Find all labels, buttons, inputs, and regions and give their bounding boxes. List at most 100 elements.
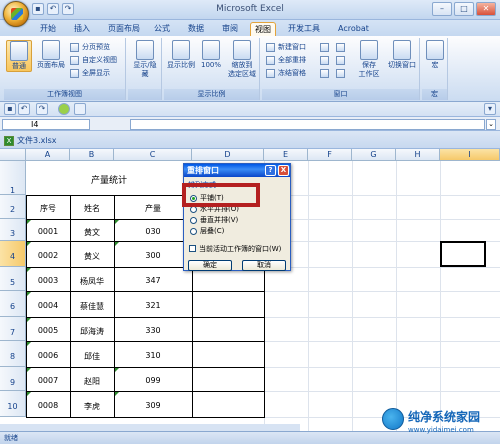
close-icon[interactable]: ✕ bbox=[476, 2, 496, 16]
column-header[interactable]: B bbox=[70, 149, 114, 161]
freeze-panes-button[interactable]: 冻结窗格 bbox=[266, 68, 306, 79]
zoom-selection-icon bbox=[233, 40, 251, 60]
macros-button[interactable]: 宏 bbox=[422, 40, 448, 70]
table-cell: 杨凤华 bbox=[80, 277, 104, 286]
row-header[interactable]: 6 bbox=[0, 291, 26, 317]
zoom-100-label: 100% bbox=[200, 61, 221, 69]
zoom-100-button[interactable]: 100% bbox=[198, 40, 224, 70]
row-header[interactable]: 2 bbox=[0, 195, 26, 219]
redo-icon[interactable]: ↷ bbox=[36, 103, 48, 115]
chevron-down-icon[interactable]: ▾ bbox=[484, 103, 496, 115]
cancel-button[interactable]: 取消 bbox=[242, 260, 286, 271]
watermark-url: www.yidaimei.com bbox=[408, 426, 474, 434]
table-cell: 0003 bbox=[37, 276, 59, 285]
zoom-button[interactable]: 显示比例 bbox=[166, 40, 196, 70]
arrange-all-button[interactable]: 全部重排 bbox=[266, 55, 306, 66]
page-break-button[interactable]: 分页预览 bbox=[70, 42, 110, 53]
tab-page-layout[interactable]: 页面布局 bbox=[104, 22, 144, 36]
save-workspace-button[interactable]: 保存 工作区 bbox=[354, 40, 384, 79]
show-hide-icon bbox=[136, 40, 154, 60]
watermark-logo-icon bbox=[382, 408, 404, 430]
row-header[interactable]: 9 bbox=[0, 367, 26, 391]
group-workbook-views: 普通 页面布局 分页预览 自定义视图 全屏显示 工作簿视图 bbox=[4, 38, 126, 100]
row-header[interactable]: 1 bbox=[0, 161, 26, 195]
expand-formula-icon[interactable]: ⌄ bbox=[486, 119, 496, 130]
table-cell: 邱海涛 bbox=[80, 327, 104, 336]
column-header[interactable]: D bbox=[192, 149, 264, 161]
tab-review[interactable]: 审阅 bbox=[218, 22, 242, 36]
group-window: 新建窗口 全部重排 冻结窗格 保存 工作区 切换窗口 窗口 bbox=[262, 38, 420, 100]
error-indicator-icon bbox=[115, 220, 119, 224]
normal-view-button[interactable]: 普通 bbox=[6, 40, 32, 72]
row-header[interactable]: 8 bbox=[0, 341, 26, 367]
row-header[interactable]: 4 bbox=[0, 241, 26, 267]
new-window-button[interactable]: 新建窗口 bbox=[266, 42, 306, 53]
maximize-icon[interactable]: □ bbox=[454, 2, 474, 16]
undo-icon[interactable]: ↶ bbox=[18, 103, 30, 115]
row-header[interactable]: 10 bbox=[0, 391, 26, 417]
table-cell: 0004 bbox=[37, 301, 59, 310]
freeze-panes-label: 冻结窗格 bbox=[278, 69, 306, 77]
show-hide-button[interactable]: 显示/隐藏 bbox=[130, 40, 160, 79]
row-header[interactable]: 5 bbox=[0, 267, 26, 291]
hide-button[interactable] bbox=[320, 55, 334, 66]
radio-icon bbox=[190, 228, 197, 235]
page-layout-button[interactable]: 页面布局 bbox=[36, 40, 66, 70]
unhide-button[interactable] bbox=[320, 68, 334, 79]
select-all-corner[interactable] bbox=[0, 149, 26, 161]
help-icon[interactable]: ? bbox=[265, 165, 276, 176]
group-label: 显示比例 bbox=[164, 89, 259, 100]
tab-acrobat[interactable]: Acrobat bbox=[334, 22, 373, 36]
tab-insert[interactable]: 插入 bbox=[70, 22, 94, 36]
zoom-selection-button[interactable]: 缩放到 选定区域 bbox=[226, 40, 258, 79]
tab-developer[interactable]: 开发工具 bbox=[284, 22, 324, 36]
arrange-windows-dialog: 重排窗口 ? X 排列方式 平铺(T) 水平并排(O) 垂直并排(V) 层叠(C… bbox=[183, 163, 291, 271]
split-button[interactable] bbox=[320, 42, 334, 53]
formula-input[interactable] bbox=[130, 119, 485, 130]
cascade-radio[interactable]: 层叠(C) bbox=[190, 227, 224, 236]
document-title: X 文件3.xlsx bbox=[4, 135, 57, 146]
tab-view[interactable]: 视图 bbox=[250, 22, 276, 36]
column-header[interactable]: G bbox=[352, 149, 396, 161]
tab-home[interactable]: 开始 bbox=[36, 22, 60, 36]
record-icon[interactable] bbox=[58, 103, 70, 115]
minimize-icon[interactable]: – bbox=[432, 2, 452, 16]
row-header[interactable]: 7 bbox=[0, 317, 26, 341]
vertical-radio[interactable]: 垂直并排(V) bbox=[190, 216, 238, 225]
custom-toolbar: ▪ ↶ ↷ ▾ bbox=[0, 102, 500, 117]
tab-formulas[interactable]: 公式 bbox=[150, 22, 174, 36]
column-header[interactable]: E bbox=[264, 149, 308, 161]
table-cell: 黄义 bbox=[84, 252, 100, 261]
reset-position-button[interactable] bbox=[336, 68, 350, 79]
document-title-label: 文件3.xlsx bbox=[17, 136, 57, 145]
active-workbook-checkbox[interactable]: 当前活动工作簿的窗口(W) bbox=[189, 244, 281, 254]
active-cell[interactable] bbox=[440, 241, 486, 267]
column-header[interactable]: H bbox=[396, 149, 440, 161]
close-icon[interactable]: X bbox=[278, 165, 289, 176]
column-header[interactable]: I bbox=[440, 149, 500, 161]
name-box[interactable]: I4 bbox=[2, 119, 90, 130]
save-workspace-icon bbox=[360, 40, 378, 60]
freeze-panes-icon bbox=[266, 69, 275, 78]
column-header[interactable]: C bbox=[114, 149, 192, 161]
side-by-side-button[interactable] bbox=[336, 42, 350, 53]
split-icon bbox=[320, 43, 329, 52]
checkbox-icon bbox=[189, 245, 196, 252]
custom-view-icon bbox=[70, 56, 79, 65]
column-header[interactable]: A bbox=[26, 149, 70, 161]
tab-data[interactable]: 数据 bbox=[184, 22, 208, 36]
switch-window-button[interactable]: 切换窗口 bbox=[386, 40, 418, 70]
office-button[interactable] bbox=[3, 1, 29, 27]
image-icon[interactable] bbox=[74, 103, 86, 115]
row-header[interactable]: 3 bbox=[0, 219, 26, 241]
zoom-selection-label: 缩放到 bbox=[231, 61, 253, 69]
ok-button[interactable]: 确定 bbox=[188, 260, 232, 271]
fullscreen-label: 全屏显示 bbox=[82, 69, 110, 77]
custom-view-button[interactable]: 自定义视图 bbox=[70, 55, 117, 66]
save-icon[interactable]: ▪ bbox=[4, 103, 16, 115]
ribbon-tabs: 开始 插入 页面布局 公式 数据 审阅 视图 开发工具 Acrobat bbox=[0, 20, 500, 36]
fullscreen-button[interactable]: 全屏显示 bbox=[70, 68, 110, 79]
column-header[interactable]: F bbox=[308, 149, 352, 161]
page-break-icon bbox=[70, 43, 79, 52]
sync-scroll-button[interactable] bbox=[336, 55, 350, 66]
